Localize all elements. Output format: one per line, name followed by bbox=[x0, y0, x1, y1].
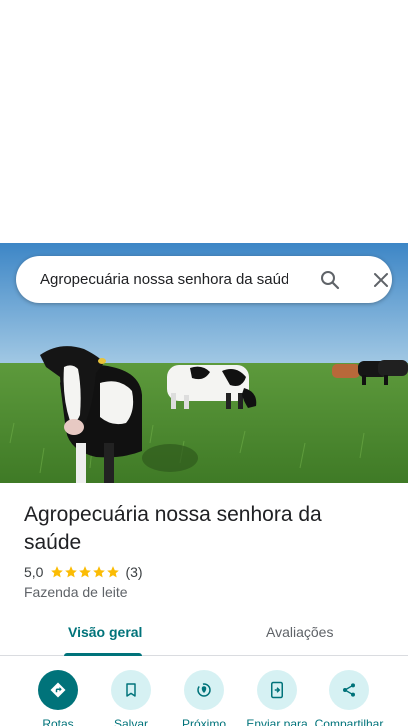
place-category: Fazenda de leite bbox=[24, 584, 128, 600]
place-page: Agropecuária nossa senhora da saúde Agro… bbox=[0, 0, 408, 726]
tab-bar: Visão geral Avaliações bbox=[0, 610, 408, 656]
directions-button[interactable]: Rotas bbox=[22, 670, 94, 726]
rating-stars bbox=[50, 565, 120, 579]
send-to-phone-icon bbox=[257, 670, 297, 710]
save-button[interactable]: Salvar bbox=[95, 670, 167, 726]
share-label: Compartilhar bbox=[314, 717, 384, 726]
star-icon bbox=[93, 566, 106, 578]
star-icon bbox=[79, 566, 92, 578]
star-icon bbox=[51, 566, 64, 578]
nearby-icon bbox=[184, 670, 224, 710]
place-info-sheet: Agropecuária nossa senhora da saúde 5,0 … bbox=[0, 483, 408, 726]
tab-reviews[interactable]: Avaliações bbox=[266, 624, 333, 640]
directions-icon bbox=[38, 670, 78, 710]
tab-overview[interactable]: Visão geral bbox=[68, 624, 142, 640]
rating-value: 5,0 bbox=[24, 564, 44, 580]
search-input[interactable]: Agropecuária nossa senhora da saúde bbox=[40, 271, 288, 288]
save-label: Salvar bbox=[113, 717, 148, 726]
nearby-label: Próximo bbox=[181, 717, 226, 726]
share-button[interactable]: Compartilhar bbox=[313, 670, 385, 726]
search-icon[interactable] bbox=[318, 268, 342, 292]
share-icon bbox=[329, 670, 369, 710]
map-area[interactable] bbox=[0, 0, 408, 243]
bookmark-icon bbox=[111, 670, 151, 710]
rating-row[interactable]: 5,0 (3) bbox=[24, 564, 143, 580]
action-row: Rotas Salvar Próximo Enviar para Compart… bbox=[0, 670, 408, 726]
place-title: Agropecuária nossa senhora da saúde bbox=[24, 503, 322, 554]
star-icon bbox=[107, 566, 120, 578]
send-to-phone-label: Enviar para bbox=[246, 717, 308, 726]
review-count: (3) bbox=[125, 564, 143, 580]
tab-selected-indicator bbox=[64, 653, 142, 656]
nearby-button[interactable]: Próximo bbox=[168, 670, 240, 726]
close-icon[interactable] bbox=[369, 268, 393, 292]
directions-label: Rotas bbox=[42, 717, 74, 726]
send-to-phone-button[interactable]: Enviar para bbox=[241, 670, 313, 726]
search-bar[interactable]: Agropecuária nossa senhora da saúde bbox=[16, 256, 392, 303]
star-icon bbox=[65, 566, 78, 578]
